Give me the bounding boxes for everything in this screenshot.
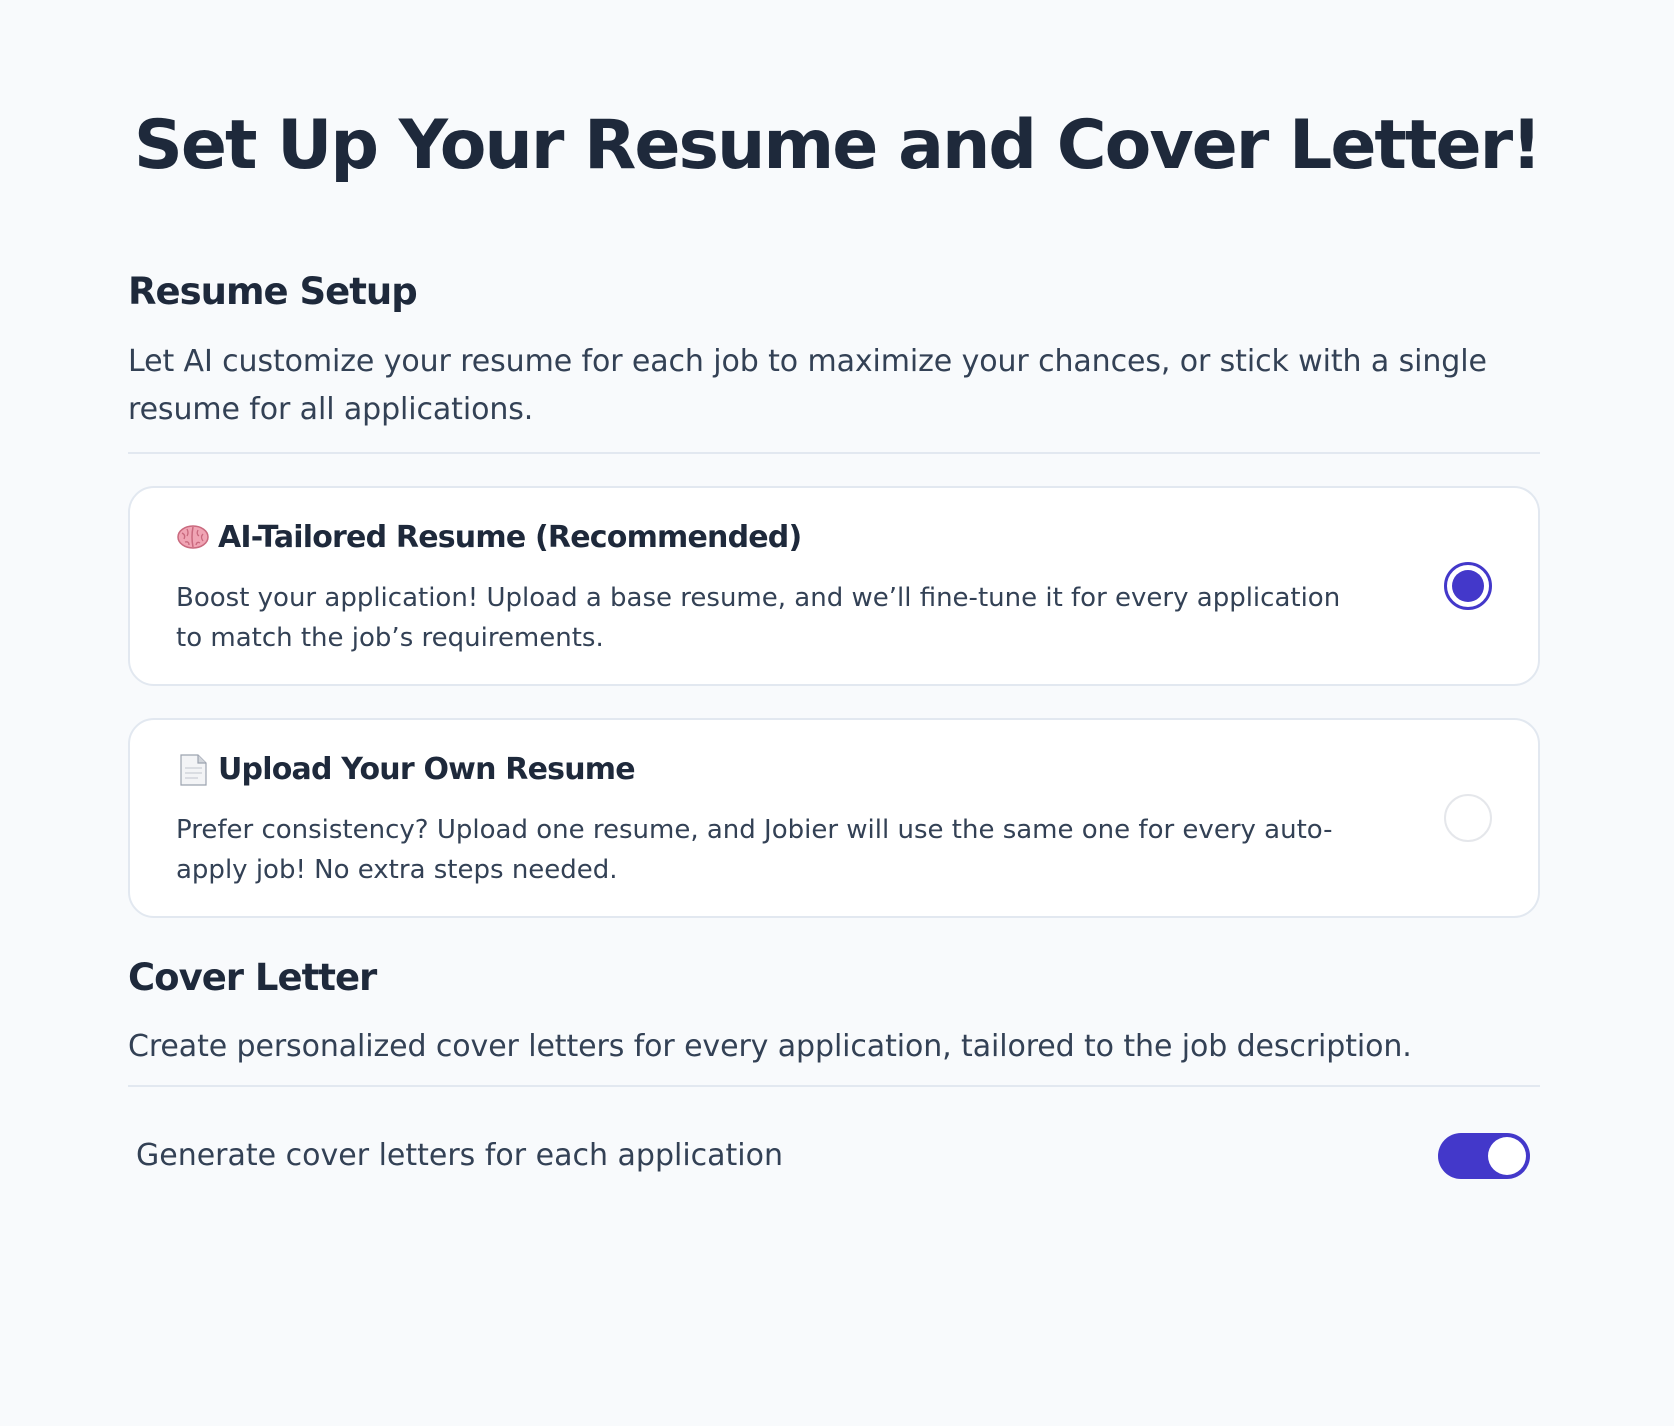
document-icon — [176, 753, 210, 787]
setup-form: Resume Setup Let AI customize your resum… — [128, 270, 1540, 1201]
option-ai-tailored-resume[interactable]: AI-Tailored Resume (Recommended) Boost y… — [128, 486, 1540, 687]
divider — [128, 1084, 1540, 1087]
option-description: Prefer consistency? Upload one resume, a… — [176, 815, 1333, 886]
radio-selected-dot — [1452, 570, 1484, 603]
cover-letter-description: Create personalized cover letters for ev… — [128, 1028, 1412, 1064]
option-title: AI-Tailored Resume (Recommended) — [218, 520, 802, 556]
resume-setup-description: Let AI customize your resume for each jo… — [128, 344, 1487, 428]
option-header: AI-Tailored Resume (Recommended) — [176, 520, 802, 556]
resume-setup-section: Resume Setup Let AI customize your resum… — [128, 270, 1540, 919]
divider — [128, 452, 1540, 455]
resume-setup-heading: Resume Setup — [128, 270, 418, 313]
option-header: Upload Your Own Resume — [176, 752, 636, 788]
page-title: Set Up Your Resume and Cover Letter! — [133, 106, 1542, 185]
radio-ai-tailored[interactable] — [1444, 562, 1492, 611]
cover-letter-section: Cover Letter Create personalized cover l… — [128, 956, 1540, 1200]
toggle-knob — [1488, 1136, 1526, 1175]
option-title: Upload Your Own Resume — [218, 752, 636, 788]
option-upload-own-resume[interactable]: Upload Your Own Resume Prefer consistenc… — [128, 718, 1540, 919]
cover-letter-toggle-row: Generate cover letters for each applicat… — [128, 1111, 1540, 1201]
cover-letter-toggle-label: Generate cover letters for each applicat… — [136, 1138, 784, 1174]
option-description: Boost your application! Upload a base re… — [176, 583, 1341, 654]
brain-icon — [176, 521, 210, 555]
radio-upload-own[interactable] — [1444, 794, 1492, 843]
cover-letter-heading: Cover Letter — [128, 956, 377, 1000]
cover-letter-toggle[interactable] — [1438, 1132, 1530, 1179]
